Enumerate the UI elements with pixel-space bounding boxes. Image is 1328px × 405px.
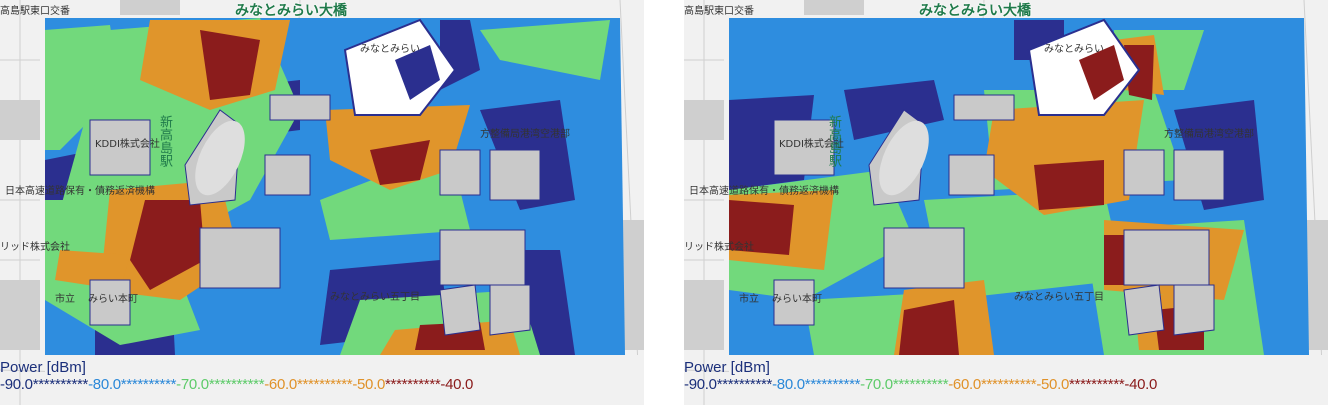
legend-left: Power [dBm] -90.0**********-80.0********… (0, 357, 644, 405)
label-lid-company-right: リッド株式会社 (684, 242, 754, 253)
legend-sep-1: ********** (32, 376, 89, 393)
legend-title: Power [dBm] (0, 359, 86, 376)
legend-tick-6: -40.0 (440, 376, 474, 393)
label-japan-road: 日本高速道路保有・債務返済機構 (5, 186, 155, 197)
label-bridge: みなとみらい大橋 (235, 3, 347, 19)
coverage-map-left: みなとみらい大橋 高島駅東口交番 みなとみらい KDDI株式会社 日本高速道路保… (0, 0, 644, 405)
label-japan-road-right: 日本高速道路保有・債務返済機構 (689, 186, 839, 197)
label-city-school: 市立 (55, 294, 75, 305)
legend-tick-4: -60.0 (264, 376, 297, 393)
legend-sep-3: ********** (208, 376, 265, 393)
legend-sep-1-right: ********** (716, 376, 773, 393)
label-debt-org: 方整備局港湾空港部 (480, 129, 570, 140)
legend-title-right: Power [dBm] (684, 359, 770, 376)
label-lid-company: リッド株式会社 (0, 242, 70, 253)
legend-tick-5: -50.0 (352, 376, 386, 393)
legend-sep-3-right: ********** (892, 376, 949, 393)
legend-tick-2-right: -80.0 (772, 376, 805, 393)
legend-tick-5-right: -50.0 (1036, 376, 1070, 393)
heatmap-right (684, 0, 1328, 405)
label-minatomirai-5-right: みなとみらい五丁目 (1014, 292, 1104, 303)
legend-sep-5-right: ********** (1069, 376, 1125, 393)
legend-tick-3-right: -70.0 (860, 376, 893, 393)
legend-scale-right: -90.0**********-80.0**********-70.0*****… (684, 376, 1157, 393)
label-minatomirai-building: みなとみらい (360, 44, 420, 55)
legend-right: Power [dBm] -90.0**********-80.0********… (684, 357, 1328, 405)
legend-sep-4: ********** (296, 376, 353, 393)
legend-scale: -90.0**********-80.0**********-70.0*****… (0, 376, 473, 393)
label-kddi: KDDI株式会社 (95, 139, 160, 150)
legend-sep-4-right: ********** (980, 376, 1037, 393)
legend-tick-4-right: -60.0 (948, 376, 981, 393)
label-station-intersection-right: 高島駅東口交番 (684, 6, 754, 17)
label-city-school-right: 市立 (739, 294, 759, 305)
legend-tick-2: -80.0 (88, 376, 121, 393)
label-station-intersection: 高島駅東口交番 (0, 6, 70, 17)
label-minatomirai-5: みなとみらい五丁目 (330, 292, 420, 303)
legend-sep-2: ********** (120, 376, 177, 393)
legend-tick-3: -70.0 (176, 376, 209, 393)
label-mirai-hon-right: みらい本町 (772, 294, 822, 305)
legend-tick-1-right: -90.0 (684, 376, 717, 393)
legend-sep-5: ********** (385, 376, 441, 393)
coverage-map-right: みなとみらい大橋 高島駅東口交番 みなとみらい KDDI株式会社 日本高速道路保… (684, 0, 1328, 405)
label-shin-takashima-right: 新高島駅 (826, 115, 841, 167)
label-minatomirai-building-right: みなとみらい (1044, 44, 1104, 55)
legend-tick-1: -90.0 (0, 376, 33, 393)
label-debt-org-right: 方整備局港湾空港部 (1164, 129, 1254, 140)
label-shin-takashima: 新高島駅 (157, 115, 172, 167)
label-bridge-right: みなとみらい大橋 (919, 3, 1031, 19)
legend-sep-2-right: ********** (804, 376, 861, 393)
heatmap-left (0, 0, 644, 405)
label-mirai-hon: みらい本町 (88, 294, 138, 305)
legend-tick-6-right: -40.0 (1124, 376, 1158, 393)
